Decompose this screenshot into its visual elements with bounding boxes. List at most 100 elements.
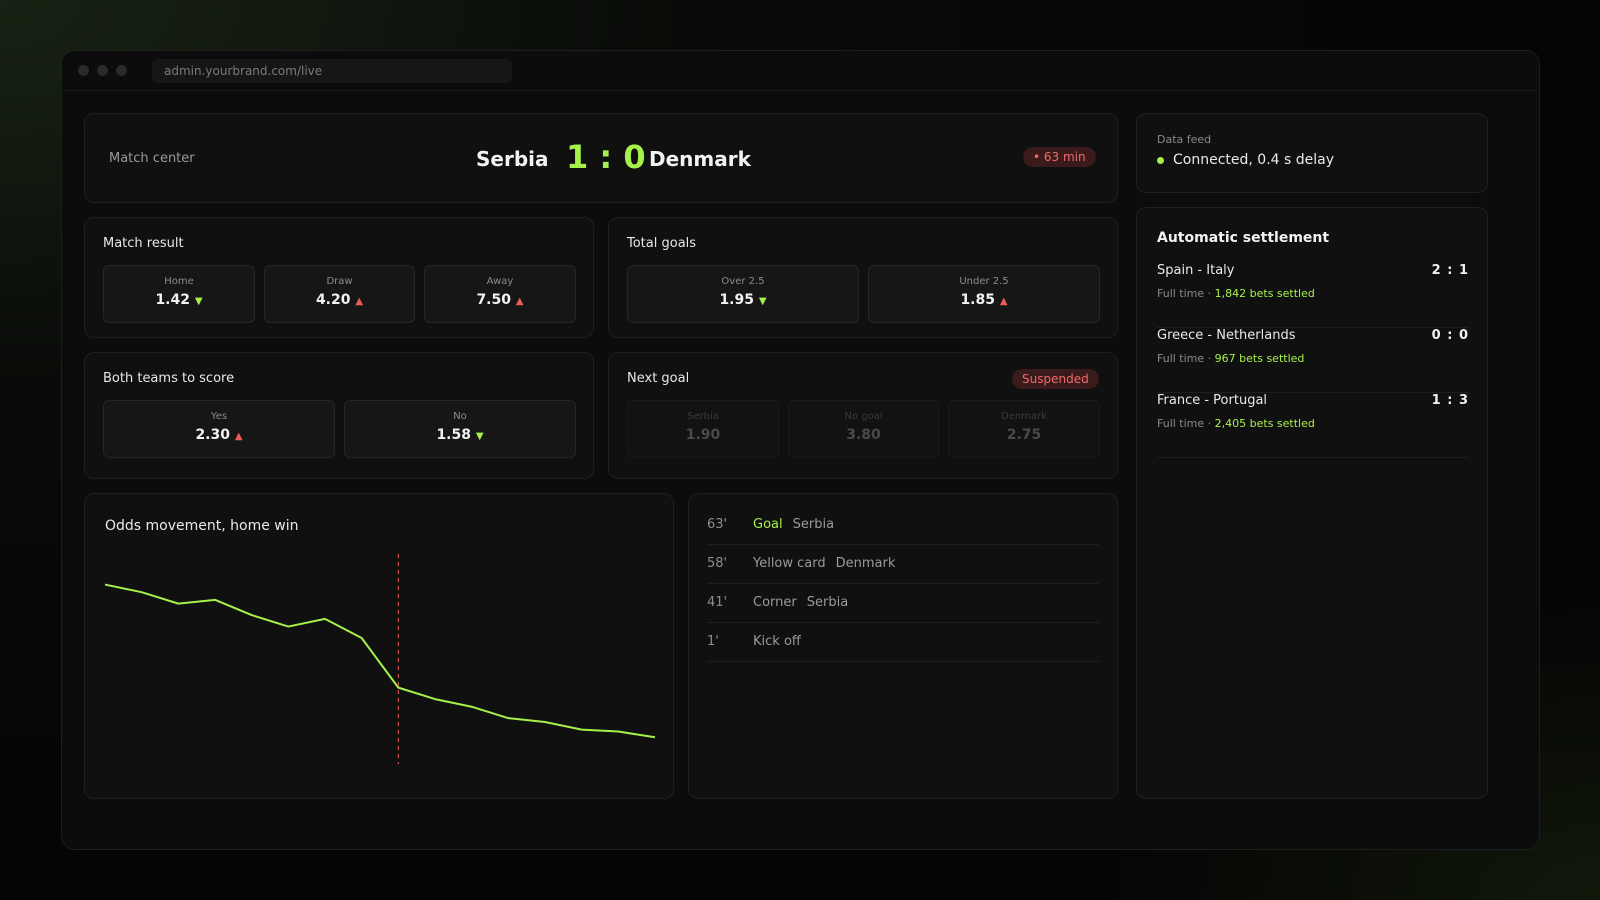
match-center-panel: Match center Serbia 1 : 0 Denmark • 63 m… (84, 113, 1118, 203)
odds-label: Serbia (687, 411, 719, 422)
window-maximize-dot[interactable] (116, 65, 127, 76)
odds-home[interactable]: Home 1.42 ▼ (103, 265, 255, 323)
odds-label: Under 2.5 (959, 276, 1009, 287)
event-type-label: Kick off (753, 634, 801, 649)
odds-away[interactable]: Away 7.50 ▲ (424, 265, 576, 323)
event-minute: 1' (707, 634, 719, 649)
settlement-score: 1 : 3 (1431, 393, 1469, 408)
event-type-label: Yellow card (753, 556, 826, 571)
odds-over[interactable]: Over 2.5 1.95 ▼ (627, 265, 859, 323)
odds-up-icon: ▲ (234, 431, 243, 442)
event-type-label: Goal (753, 517, 783, 532)
away-team-name: Denmark (649, 147, 751, 171)
settlement-status-text: Full time · (1157, 417, 1215, 430)
odds-label: Draw (326, 276, 353, 287)
odds-under[interactable]: Under 2.5 1.85 ▲ (868, 265, 1100, 323)
connected-status-dot (1157, 157, 1164, 164)
suspended-badge: Suspended (1012, 369, 1099, 389)
event-minute: 63' (707, 517, 728, 532)
market-match-result: Match result Home 1.42 ▼ Draw 4.20 ▲ Awa… (84, 217, 594, 338)
settlement-bets: 2,405 bets settled (1214, 417, 1315, 430)
settlement-teams: Greece - Netherlands (1157, 328, 1296, 343)
settlement-panel: Automatic settlement Spain - Italy 2 : 1 F… (1136, 207, 1488, 799)
odds-draw[interactable]: Draw 4.20 ▲ (264, 265, 415, 323)
odds-label: Home (164, 276, 194, 287)
odds-yes[interactable]: Yes 2.30 ▲ (103, 400, 335, 458)
odds-label: No (453, 411, 467, 422)
market-title: Total goals (627, 236, 697, 251)
odds-up-icon: ▲ (999, 296, 1008, 307)
settlement-teams: Spain - Italy (1157, 263, 1235, 278)
event-row: 1' Kick off (707, 623, 1099, 662)
event-type: Kick off (753, 623, 811, 661)
odds-down-icon: ▼ (475, 431, 484, 442)
home-team-name: Serbia (476, 147, 549, 171)
odds-down-icon: ▼ (758, 296, 767, 307)
event-type: Goal Serbia (753, 506, 834, 544)
data-feed-panel: Data feed Connected, 0.4 s delay (1136, 113, 1488, 193)
odds-value: 1.58 (436, 427, 471, 443)
settlement-teams: France - Portugal (1157, 393, 1268, 408)
browser-titlebar: admin.yourbrand.com/live (62, 51, 1539, 91)
data-feed-label: Data feed (1157, 133, 1212, 146)
odds-label: Yes (210, 411, 228, 422)
odds-next-goal-home: Serbia 1.90 (627, 400, 779, 458)
event-row: 63' Goal Serbia (707, 506, 1099, 545)
odds-up-icon: ▲ (515, 296, 524, 307)
settlement-status-text: Full time · (1157, 352, 1215, 365)
market-title: Both teams to score (103, 371, 235, 386)
event-row: 58' Yellow card Denmark (707, 545, 1099, 584)
settlement-bets: 1,842 bets settled (1214, 287, 1315, 300)
market-total-goals: Total goals Over 2.5 1.95 ▼ Under 2.5 1.… (608, 217, 1118, 338)
market-btts: Both teams to score Yes 2.30 ▲ No 1.58 ▼ (84, 352, 594, 479)
market-title: Match result (103, 236, 184, 251)
odds-value: 1.85 (960, 292, 995, 308)
match-events-panel: 63' Goal Serbia 58' Yellow card Denmark 41' Cor… (688, 493, 1118, 799)
odds-label: Away (486, 276, 514, 287)
settlement-item[interactable]: Spain - Italy 2 : 1 Full time · 1,842 bets… (1157, 263, 1469, 328)
settlement-item[interactable]: France - Portugal 1 : 3 Full time · 2,405 … (1157, 393, 1469, 458)
odds-no[interactable]: No 1.58 ▼ (344, 400, 576, 458)
odds-next-goal-none: No goal 3.80 (788, 400, 939, 458)
settlement-status-text: Full time · (1157, 287, 1215, 300)
match-center-label: Match center (109, 151, 195, 166)
window-minimize-dot[interactable] (97, 65, 108, 76)
odds-value: 4.20 (315, 292, 351, 308)
odds-value: 1.95 (719, 292, 754, 308)
match-minute-badge: • 63 min (1023, 147, 1096, 167)
odds-value: 1.42 (155, 292, 190, 308)
settlement-item[interactable]: Greece - Netherlands 0 : 0 Full time · 967… (1157, 328, 1469, 393)
odds-label: No goal (844, 411, 883, 422)
event-row: 41' Corner Serbia (707, 584, 1099, 623)
market-title: Next goal (627, 371, 690, 386)
window-close-dot[interactable] (78, 65, 89, 76)
odds-value: 2.30 (195, 427, 230, 443)
odds-next-goal-away: Denmark 2.75 (948, 400, 1100, 458)
odds-movement-panel: Odds movement, home win (84, 493, 674, 799)
event-type-label: Corner (753, 595, 797, 610)
market-next-goal: Next goal Suspended Serbia 1.90 No goal … (608, 352, 1118, 479)
event-type: Yellow card Denmark (753, 545, 895, 583)
home-win-odds-line (104, 583, 656, 739)
odds-label: Denmark (1001, 411, 1047, 422)
settlement-bets: 967 bets settled (1214, 352, 1305, 365)
settlement-title: Automatic settlement (1157, 230, 1330, 246)
event-minute: 41' (707, 595, 728, 610)
odds-label: Over 2.5 (721, 276, 765, 287)
odds-value: 1.90 (685, 427, 721, 443)
settlement-score: 2 : 1 (1431, 263, 1469, 278)
settlement-status: Full time · 1,842 bets settled (1157, 287, 1315, 300)
odds-value: 3.80 (846, 427, 881, 443)
odds-down-icon: ▼ (194, 296, 203, 307)
odds-movement-chart (104, 554, 656, 764)
odds-value: 2.75 (1006, 427, 1042, 443)
event-type: Corner Serbia (753, 584, 848, 622)
event-team: Denmark (835, 556, 896, 571)
settlement-score: 0 : 0 (1431, 328, 1469, 343)
odds-up-icon: ▲ (355, 296, 364, 307)
settlement-status: Full time · 967 bets settled (1157, 352, 1304, 365)
settlement-status: Full time · 2,405 bets settled (1157, 417, 1315, 430)
data-feed-status: Connected, 0.4 s delay (1173, 152, 1334, 168)
event-minute: 58' (707, 556, 728, 571)
address-bar[interactable]: admin.yourbrand.com/live (152, 59, 512, 83)
